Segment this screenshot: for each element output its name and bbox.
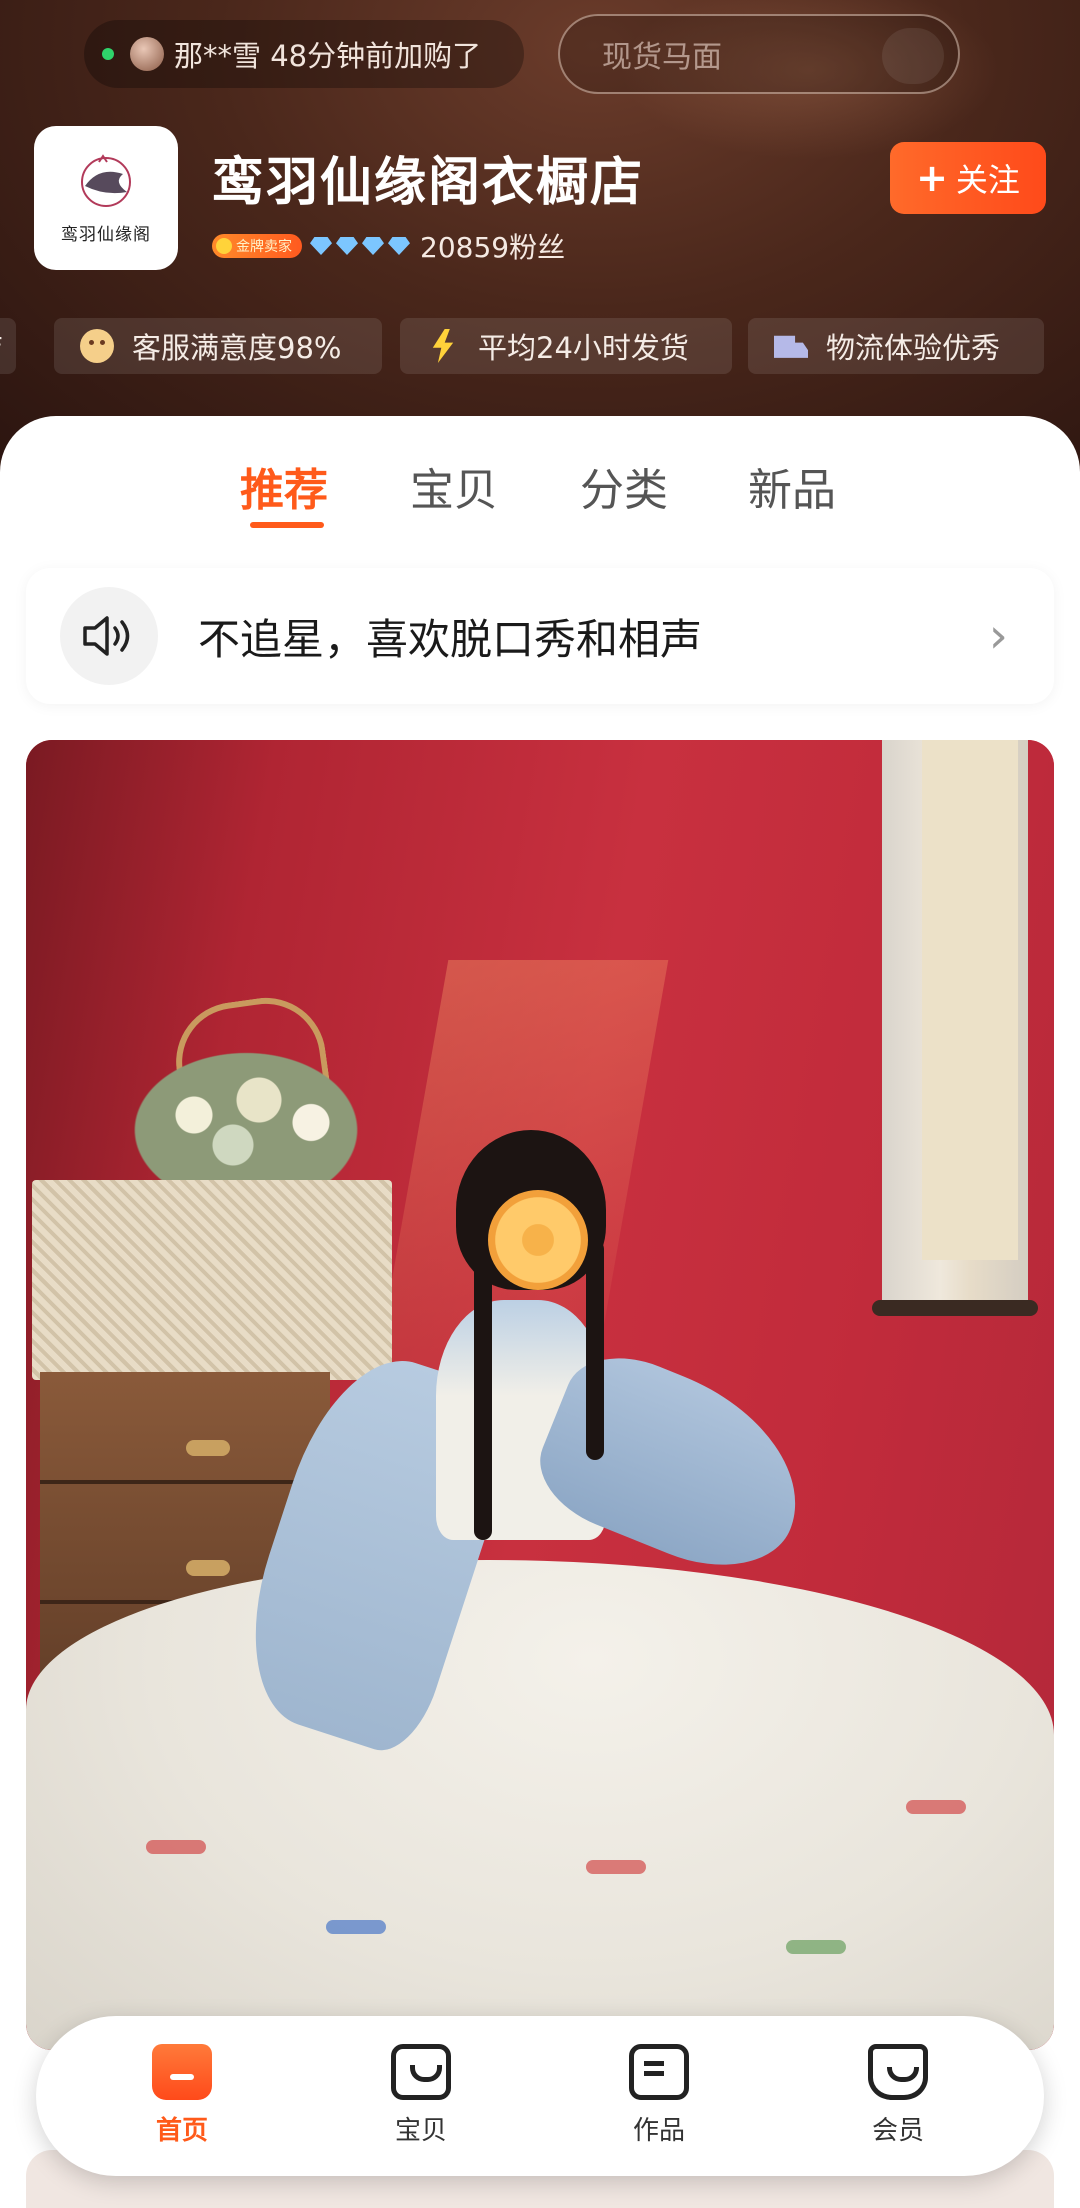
photo-scroll-painting	[872, 740, 1038, 1316]
gold-badge-label: 金牌卖家	[236, 239, 292, 255]
tab-new[interactable]: 新品	[748, 454, 836, 518]
tab-categories[interactable]: 分类	[580, 454, 668, 518]
buyer-avatar	[130, 37, 164, 71]
nav-works[interactable]: 作品	[594, 2044, 724, 2154]
nav-member[interactable]: 会员	[833, 2044, 963, 2154]
bag-icon	[391, 2044, 451, 2100]
service-chip-satisfaction[interactable]: 客服满意度98%	[54, 318, 382, 374]
photo-flowers	[116, 1040, 376, 1190]
service-chip-logistics[interactable]: 物流体验优秀	[748, 318, 1044, 374]
member-icon	[868, 2044, 928, 2100]
diamond-icon	[362, 237, 384, 255]
embroidery	[146, 1840, 206, 1854]
diamond-icon	[336, 237, 358, 255]
logo-text: 鸾羽仙缘阁	[61, 224, 151, 245]
featured-photo[interactable]	[26, 740, 1054, 2050]
service-chip-label: 客服满意度98%	[132, 331, 342, 365]
bottom-nav: 首页 宝贝 作品 会员	[36, 2016, 1044, 2176]
nav-label: 会员	[871, 2116, 924, 2146]
search-placeholder: 现货马面	[602, 40, 722, 75]
lightning-icon	[432, 329, 454, 363]
face-sticker	[488, 1190, 588, 1290]
photo-braid	[586, 1240, 604, 1460]
nav-label: 作品	[632, 2116, 685, 2146]
diamond-rating	[310, 237, 414, 255]
photo-skirt	[26, 1560, 1054, 2050]
speaker-icon	[60, 587, 158, 685]
active-tab-indicator	[250, 522, 324, 528]
service-chip-shipping[interactable]: 平均24小时发货	[400, 318, 732, 374]
camera-icon[interactable]	[882, 28, 944, 84]
embroidery	[906, 1800, 966, 1814]
logo-emblem-icon	[81, 153, 131, 207]
nav-label: 宝贝	[394, 2116, 447, 2146]
shop-logo[interactable]: 鸾羽仙缘阁	[34, 126, 178, 270]
coin-icon	[216, 238, 232, 254]
scroll-paper	[922, 740, 1018, 1260]
drawer-line	[40, 1480, 330, 1484]
service-chip-label: 店	[0, 325, 3, 367]
drawer-handle	[186, 1560, 230, 1576]
truck-icon	[774, 335, 808, 358]
diamond-icon	[388, 237, 410, 255]
recent-activity-ticker: 那**雪 48分钟前加购了	[84, 20, 524, 88]
shop-badges: 金牌卖家 20859粉丝	[212, 226, 565, 266]
chevron-right-icon: ›	[988, 608, 1008, 664]
embroidery	[786, 1940, 846, 1954]
home-icon	[152, 2044, 212, 2100]
shop-tabs: 推荐 宝贝 分类 新品	[0, 454, 1080, 534]
nav-home[interactable]: 首页	[117, 2044, 247, 2154]
fan-count: 20859粉丝	[420, 231, 566, 264]
service-chip-label: 平均24小时发货	[478, 331, 689, 365]
gold-seller-badge: 金牌卖家	[212, 234, 302, 258]
ticker-text: 那**雪 48分钟前加购了	[174, 39, 482, 73]
smile-icon	[80, 329, 114, 363]
works-icon	[629, 2044, 689, 2100]
service-chip-label: 物流体验优秀	[826, 331, 1001, 365]
live-dot-icon	[102, 48, 114, 60]
follow-label: 关注	[955, 161, 1020, 199]
nav-label: 首页	[155, 2116, 208, 2146]
diamond-icon	[310, 237, 332, 255]
announcement-text: 不追星，喜欢脱口秀和相声	[198, 614, 703, 664]
photo-lace-cloth	[32, 1180, 392, 1380]
embroidery	[326, 1920, 386, 1934]
shop-name[interactable]: 鸾羽仙缘阁衣橱店	[212, 140, 644, 215]
follow-button[interactable]: + 关注	[890, 142, 1046, 214]
service-chips: 店 客服满意度98% 平均24小时发货 物流体验优秀	[0, 318, 1080, 374]
announcement-bar[interactable]: 不追星，喜欢脱口秀和相声 ›	[26, 568, 1054, 704]
tab-products[interactable]: 宝贝	[410, 454, 498, 518]
nav-products[interactable]: 宝贝	[356, 2044, 486, 2154]
tab-recommend[interactable]: 推荐	[240, 454, 328, 518]
shop-header: 那**雪 48分钟前加购了 现货马面 鸾羽仙缘阁 鸾羽仙缘阁衣橱店 金牌卖家 2…	[0, 0, 1080, 460]
photo-braid	[474, 1240, 492, 1540]
drawer-handle	[186, 1440, 230, 1456]
embroidery	[586, 1860, 646, 1874]
service-chip-store[interactable]: 店	[0, 318, 16, 374]
scroll-rod	[872, 1300, 1038, 1316]
plus-icon: +	[916, 156, 948, 200]
search-box[interactable]: 现货马面	[558, 14, 960, 94]
